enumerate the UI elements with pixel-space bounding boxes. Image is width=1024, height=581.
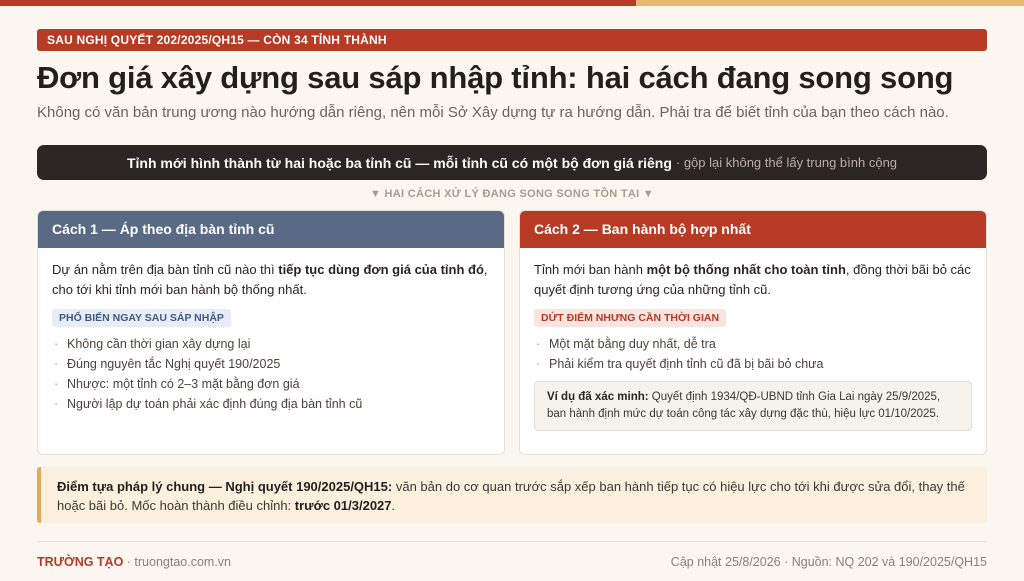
footer-divider xyxy=(37,541,987,542)
method-1-bullets: · Không cần thời gian xây dựng lại · Đúng … xyxy=(52,334,490,414)
header-tagline: SAU NGHỊ QUYẾT 202/2025/QH15 — CÒN 34 TỈ… xyxy=(37,29,987,51)
verified-example-box: Ví dụ đã xác minh: Quyết định 1934/QĐ-UB… xyxy=(534,381,972,431)
site-link[interactable]: · truongtao.com.vn xyxy=(123,555,231,569)
top-accent-bar xyxy=(0,0,1024,6)
top-accent-red xyxy=(0,0,636,6)
page-title: Đơn giá xây dựng sau sáp nhập tỉnh: hai … xyxy=(37,60,954,95)
page-subtitle: Không có văn bản trung ương nào hướng dẫ… xyxy=(37,104,949,121)
method-2-card: Cách 2 — Ban hành bộ hợp nhất Tỉnh mới b… xyxy=(519,210,987,455)
method-2-title: Cách 2 — Ban hành bộ hợp nhất xyxy=(520,211,986,248)
list-item: · Người lập dự toán phải xác định đúng đị… xyxy=(54,397,363,411)
list-item: · Nhược: một tỉnh có 2–3 mặt bằng đơn giá xyxy=(54,377,300,391)
method-2-tag: DỨT ĐIỂM NHƯNG CẦN THỜI GIAN xyxy=(534,309,727,327)
list-item: · Phải kiểm tra quyết định tỉnh cũ đã bị … xyxy=(536,357,824,371)
section-divider: ▼ HAI CÁCH XỬ LÝ ĐANG SONG SONG TỒN TẠI … xyxy=(370,188,654,200)
banner-light-text: · gộp lại không thể lấy trung bình cộng xyxy=(675,155,898,170)
top-accent-gold xyxy=(636,0,1024,6)
list-item: · Không cần thời gian xây dựng lại xyxy=(54,337,251,351)
legal-basis-note: Điểm tựa pháp lý chung — Nghị quyết 190/… xyxy=(37,467,987,523)
method-1-card: Cách 1 — Áp theo địa bàn tỉnh cũ Dự án n… xyxy=(37,210,505,455)
method-1-description: Dự án nằm trên địa bàn tỉnh cũ nào thì t… xyxy=(52,262,488,297)
footer-meta: Cập nhật 25/8/2026 · Nguồn: NQ 202 và 19… xyxy=(670,555,987,569)
list-item: · Một mặt bằng duy nhất, dễ tra xyxy=(536,337,716,351)
method-2-description: Tỉnh mới ban hành một bộ thống nhất cho … xyxy=(534,262,971,297)
list-item: · Đúng nguyên tắc Nghị quyết 190/2025 xyxy=(54,357,281,371)
footer-brand: TRƯỜNG TẠO · truongtao.com.vn xyxy=(37,555,231,569)
method-2-bullets: · Một mặt bằng duy nhất, dễ tra · Phải kiể… xyxy=(534,334,972,374)
summary-banner: Tỉnh mới hình thành từ hai hoặc ba tỉnh … xyxy=(37,145,987,180)
method-1-title: Cách 1 — Áp theo địa bàn tỉnh cũ xyxy=(38,211,504,248)
banner-strong-text: Tỉnh mới hình thành từ hai hoặc ba tỉnh … xyxy=(126,154,672,171)
brand-logo-text: TRƯỜNG TẠO xyxy=(37,555,124,569)
method-1-tag: PHỔ BIẾN NGAY SAU SÁP NHẬP xyxy=(52,309,231,327)
